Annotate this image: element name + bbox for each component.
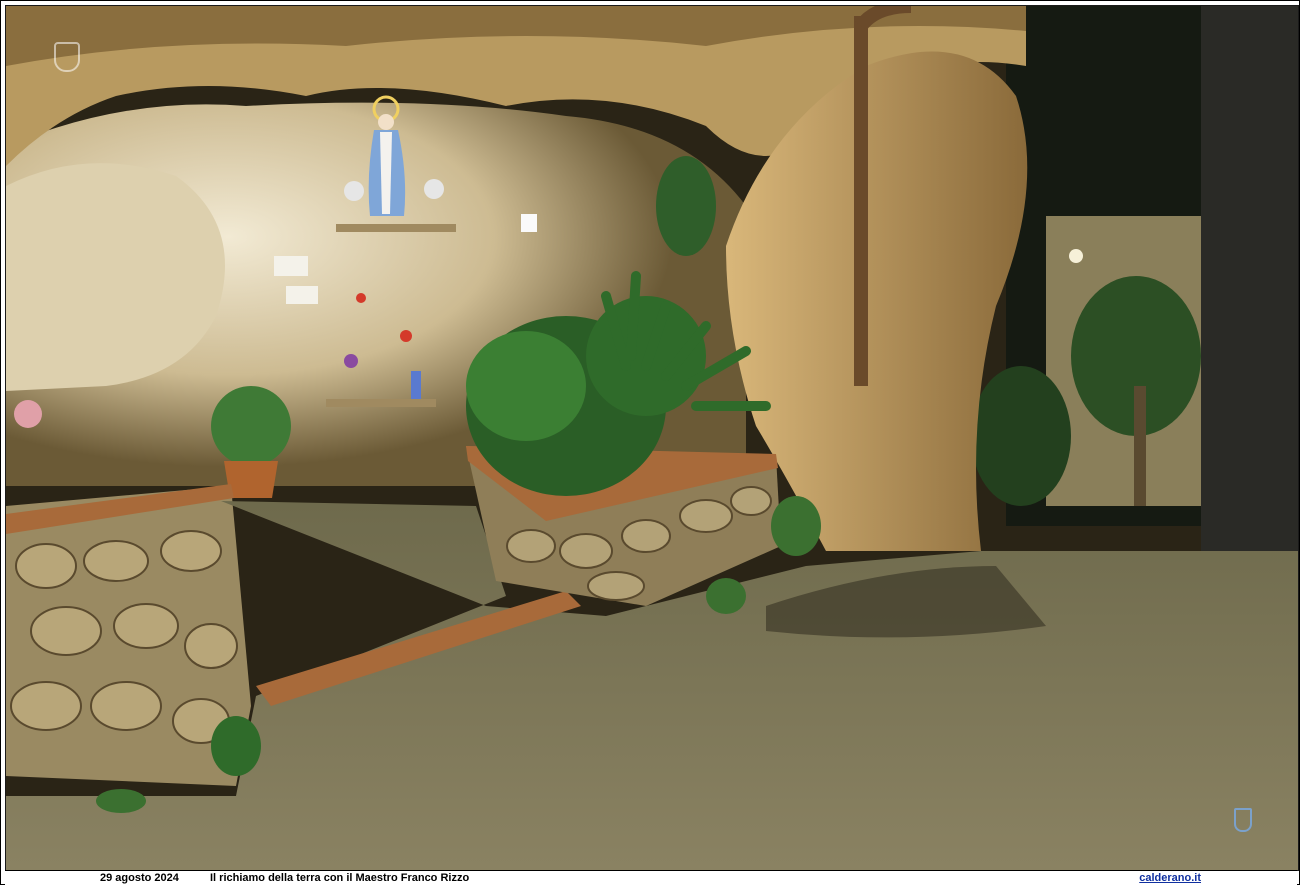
image-frame: 29 agosto 2024 Il richiamo della terra c…: [0, 0, 1300, 885]
caption-date: 29 agosto 2024: [100, 872, 179, 884]
street-lamp: [1069, 249, 1083, 263]
drain-pipe: [854, 16, 868, 386]
caption-bar: 29 agosto 2024 Il richiamo della terra c…: [5, 870, 1297, 885]
plaque-small: [286, 286, 318, 304]
crest-icon: [54, 42, 80, 72]
doorway-dark: [1201, 6, 1298, 551]
grotto-photo: [5, 5, 1299, 871]
shrine-shelf: [336, 224, 456, 232]
coat-of-arms-icon: [1234, 808, 1252, 832]
plaque: [274, 256, 308, 276]
lower-shelf: [326, 399, 436, 407]
caption-title: Il richiamo della terra con il Maestro F…: [210, 872, 470, 884]
stone-wall-left-stones: [10, 530, 238, 744]
note: [521, 214, 537, 232]
grotto-photo-illustration: [6, 6, 1298, 870]
site-link[interactable]: calderano.it: [1139, 871, 1201, 885]
